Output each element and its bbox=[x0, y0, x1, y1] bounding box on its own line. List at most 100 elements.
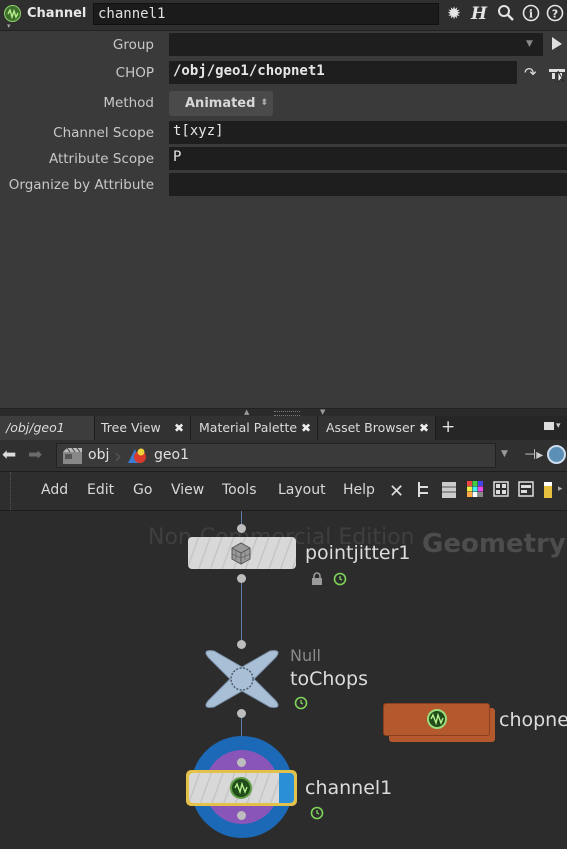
group-dropdown-icon[interactable]: ▼ bbox=[516, 33, 543, 56]
null-node[interactable] bbox=[202, 649, 282, 713]
pane-tab-bar: /obj/geo1 Tree View ✖ Material Palette ✖… bbox=[0, 416, 567, 440]
method-label: Method bbox=[103, 95, 154, 111]
menu-tools[interactable]: Tools bbox=[222, 482, 257, 498]
attribute-scope-field[interactable]: P bbox=[169, 147, 567, 170]
context-label: Geometry bbox=[422, 529, 566, 559]
collapse-up-icon[interactable]: ▲ bbox=[244, 408, 249, 416]
menu-go[interactable]: Go bbox=[133, 482, 152, 498]
parameter-header: ▾ Channel channel1 ✹ H i ? bbox=[0, 0, 567, 31]
select-arrow-icon[interactable] bbox=[550, 36, 564, 56]
path-dropdown-icon[interactable]: ▼ bbox=[501, 449, 508, 459]
node-type-label: Channel bbox=[27, 6, 87, 21]
menu-view[interactable]: View bbox=[171, 482, 204, 498]
tree-layout-icon[interactable] bbox=[416, 481, 432, 503]
network-menu-bar: Add Edit Go View Tools Layout Help ✕ ▸ bbox=[0, 472, 567, 511]
pointjitter-node-icon bbox=[228, 541, 254, 569]
channel-node-icon bbox=[230, 777, 252, 799]
input-connector[interactable] bbox=[237, 758, 246, 767]
toolbar-grip-icon[interactable] bbox=[0, 472, 11, 510]
search-icon[interactable] bbox=[496, 4, 516, 24]
wire-pointjitter-to-null bbox=[241, 583, 242, 647]
time-dependent-icon bbox=[294, 695, 308, 714]
tools-wrench-icon[interactable]: ✕ bbox=[389, 481, 404, 502]
tab-label: Material Palette bbox=[199, 420, 298, 435]
crumb-separator-icon: › bbox=[114, 444, 122, 468]
op-chooser-icon[interactable] bbox=[547, 63, 567, 87]
list-view-icon[interactable] bbox=[441, 481, 457, 503]
network-editor[interactable]: Non-Commercial Edition Geometry pointjit… bbox=[0, 511, 567, 849]
channel-scope-label: Channel Scope bbox=[53, 125, 154, 141]
link-pane-icon[interactable] bbox=[547, 445, 566, 464]
menu-help[interactable]: Help bbox=[343, 482, 375, 498]
display-flag[interactable] bbox=[279, 773, 294, 803]
tab-network-obj-geo1[interactable]: /obj/geo1 bbox=[0, 416, 95, 440]
tab-asset-browser[interactable]: Asset Browser ✖ bbox=[318, 416, 436, 440]
svg-text:?: ? bbox=[552, 8, 558, 21]
lock-icon bbox=[310, 571, 324, 590]
pointjitter-node-name[interactable]: pointjitter1 bbox=[305, 542, 411, 564]
network-path-bar: ⬅ ➡ obj › geo1 ▼ ⊣▸ bbox=[0, 440, 567, 472]
input-connector[interactable] bbox=[237, 524, 246, 533]
channel-node-name[interactable]: channel1 bbox=[305, 777, 392, 799]
parameter-pane: ▾ Channel channel1 ✹ H i ? Group ▼ CHOP … bbox=[0, 0, 567, 408]
input-connector[interactable] bbox=[237, 640, 246, 649]
menu-layout[interactable]: Layout bbox=[278, 482, 326, 498]
pane-menu-icon[interactable] bbox=[544, 422, 554, 430]
grid-view-icon[interactable] bbox=[493, 481, 509, 501]
output-connector[interactable] bbox=[237, 811, 246, 820]
output-connector[interactable] bbox=[237, 709, 246, 718]
menu-updown-icon: ⬍ bbox=[260, 98, 268, 108]
add-tab-plus-icon[interactable]: + bbox=[441, 416, 455, 438]
channel-node-icon bbox=[4, 5, 21, 22]
color-palette-icon[interactable] bbox=[467, 481, 483, 501]
output-connector[interactable] bbox=[237, 574, 246, 583]
group-field[interactable] bbox=[169, 33, 543, 56]
close-icon[interactable]: ✖ bbox=[419, 416, 429, 440]
chopnet-node-name[interactable]: chopne bbox=[499, 709, 567, 731]
pin-icon[interactable]: ⊣▸ bbox=[524, 447, 543, 463]
channel-scope-field[interactable]: t[xyz] bbox=[169, 121, 567, 144]
jump-to-node-icon[interactable]: ↷ bbox=[524, 64, 537, 82]
info-icon[interactable]: i bbox=[521, 4, 541, 24]
geometry-context-icon bbox=[126, 446, 148, 470]
network-box-icon[interactable] bbox=[518, 481, 534, 501]
method-menu[interactable]: Animated ⬍ bbox=[169, 91, 273, 116]
gear-icon[interactable]: ✹ bbox=[444, 4, 464, 24]
chopnet-node[interactable] bbox=[383, 703, 490, 736]
method-value: Animated bbox=[185, 96, 256, 111]
pane-menu-arrow-icon[interactable]: ▾ bbox=[556, 421, 561, 431]
tab-label: Asset Browser bbox=[326, 420, 415, 435]
node-name-field[interactable]: channel1 bbox=[93, 3, 439, 25]
back-arrow-icon[interactable]: ⬅ bbox=[2, 445, 16, 465]
node-type-dropdown-arrow-icon[interactable]: ▾ bbox=[7, 22, 11, 30]
null-node-name[interactable]: toChops bbox=[290, 668, 368, 690]
chop-label: CHOP bbox=[115, 65, 154, 81]
path-crumb-obj[interactable]: obj bbox=[88, 447, 109, 463]
chop-path-field[interactable]: /obj/geo1/chopnet1 bbox=[169, 61, 517, 84]
forward-arrow-icon[interactable]: ➡ bbox=[28, 445, 42, 465]
pointjitter-node[interactable] bbox=[188, 537, 296, 569]
path-breadcrumb: obj › geo1 ▼ bbox=[56, 443, 508, 470]
organize-by-attribute-label: Organize by Attribute bbox=[8, 177, 154, 193]
attribute-scope-label: Attribute Scope bbox=[48, 151, 154, 167]
null-node-type-label: Null bbox=[290, 646, 321, 665]
menu-add[interactable]: Add bbox=[41, 482, 68, 498]
path-crumb-geo1[interactable]: geo1 bbox=[154, 447, 189, 463]
toolbar-overflow-icon[interactable]: ▸ bbox=[558, 484, 563, 494]
collapse-down-icon[interactable]: ▼ bbox=[320, 408, 325, 416]
time-dependent-icon bbox=[333, 571, 347, 590]
time-dependent-icon bbox=[310, 805, 324, 824]
menu-edit[interactable]: Edit bbox=[87, 482, 114, 498]
help-question-icon[interactable]: ? bbox=[545, 4, 565, 24]
tab-label: /obj/geo1 bbox=[6, 420, 65, 435]
channel-node[interactable] bbox=[189, 773, 294, 803]
tab-label: Tree View bbox=[101, 420, 161, 435]
help-h-icon[interactable]: H bbox=[469, 4, 489, 24]
organize-by-attribute-field[interactable] bbox=[169, 173, 567, 196]
tab-material-palette[interactable]: Material Palette ✖ bbox=[191, 416, 318, 440]
sticky-note-icon[interactable] bbox=[543, 481, 553, 503]
svg-text:i: i bbox=[529, 8, 533, 21]
tab-tree-view[interactable]: Tree View ✖ bbox=[95, 416, 191, 440]
close-icon[interactable]: ✖ bbox=[174, 416, 184, 440]
close-icon[interactable]: ✖ bbox=[301, 416, 311, 440]
